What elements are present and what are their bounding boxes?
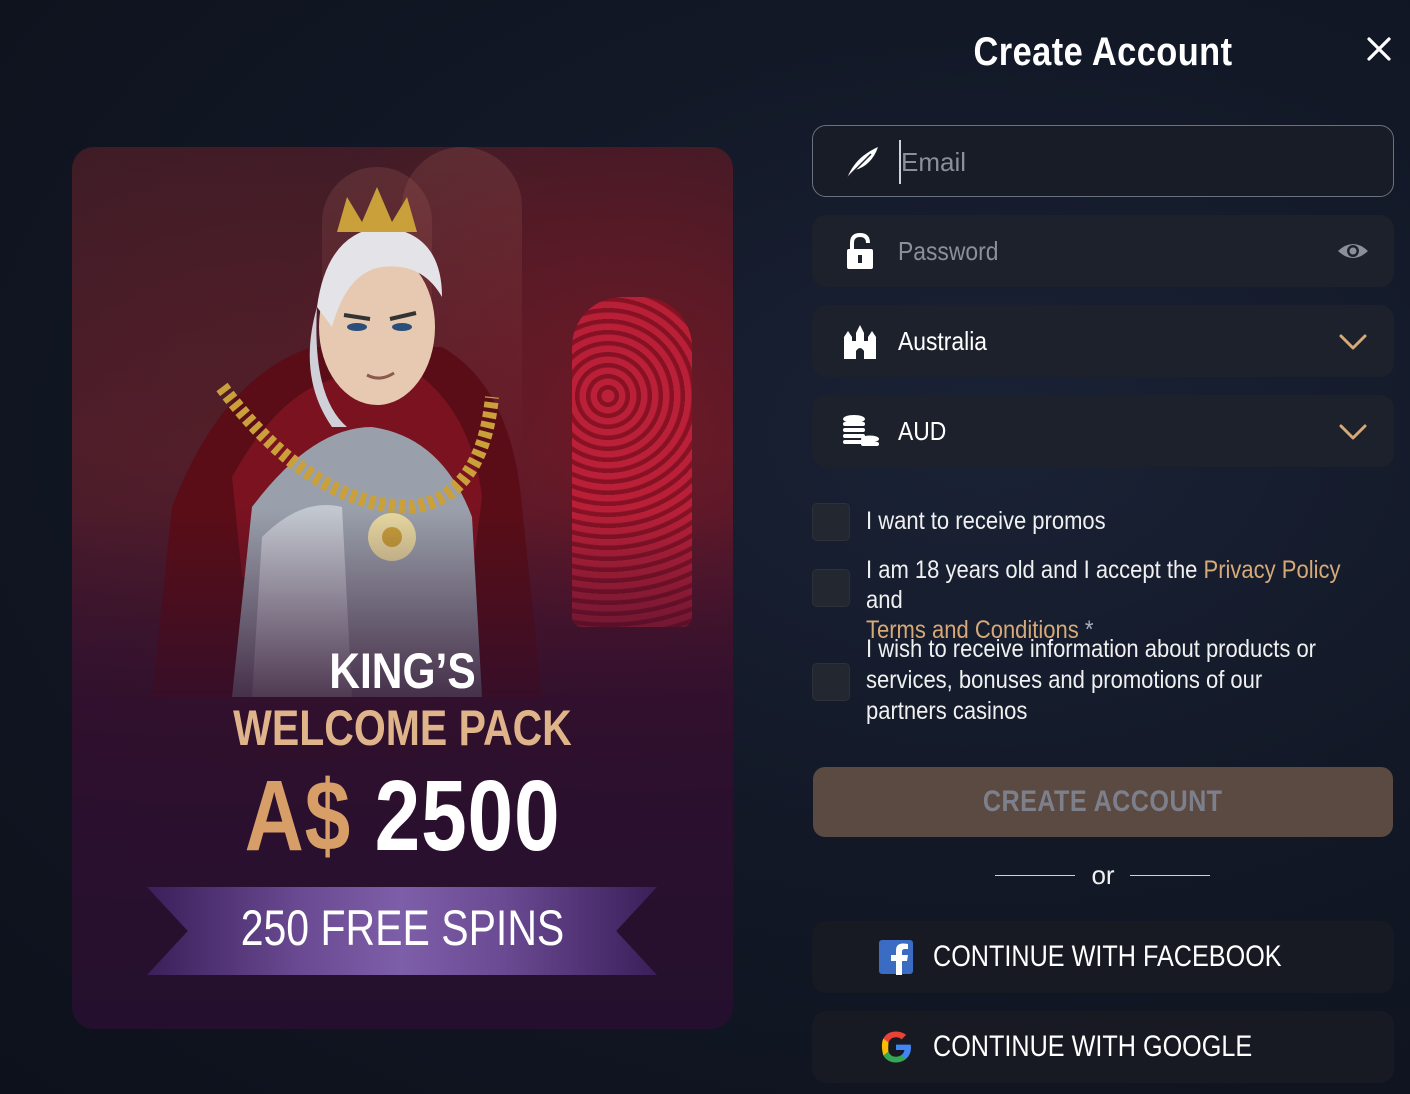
castle-icon [844,325,876,359]
feather-icon [846,147,878,179]
facebook-login-button[interactable]: CONTINUE WITH FACEBOOK [812,921,1394,993]
promos-label: I want to receive promos [866,507,1106,535]
email-input[interactable] [899,140,1321,184]
create-account-label: CREATE ACCOUNT [983,785,1223,818]
terms-label: I am 18 years old and I accept the Priva… [866,555,1341,645]
coins-icon [843,415,879,446]
promo-subtitle: WELCOME PACK [233,700,572,756]
promo-currency: A$ [244,760,352,872]
promos-checkbox[interactable] [812,503,850,541]
eye-icon[interactable] [1336,235,1370,267]
google-login-button[interactable]: CONTINUE WITH GOOGLE [812,1011,1394,1083]
promo-free-spins: 250 FREE SPINS [240,900,565,956]
chevron-down-icon [1339,334,1367,350]
google-icon [881,1031,911,1063]
country-value: Australia [898,326,988,356]
terms-label-text: I am 18 years old and I accept the [866,556,1198,584]
currency-value: AUD [898,416,947,446]
facebook-login-label: CONTINUE WITH FACEBOOK [933,940,1282,973]
terms-checkbox[interactable] [812,569,850,607]
promo-amount-value: 2500 [374,760,561,872]
currency-select[interactable]: AUD [812,395,1394,467]
country-select[interactable]: Australia [812,305,1394,377]
email-field[interactable] [812,125,1394,197]
chevron-down-icon [1339,424,1367,440]
page-title: Create Account [973,30,1233,74]
divider-left [995,875,1075,876]
password-placeholder: Password [898,236,999,266]
promo-amount: A$ 2500 [131,759,673,874]
terms-and-word: and [866,586,903,614]
close-icon[interactable] [1364,34,1394,64]
google-login-label: CONTINUE WITH GOOGLE [933,1030,1253,1063]
welcome-pack-banner: KING’S WELCOME PACK A$ 2500 250 FREE SPI… [72,147,733,1029]
partners-label: I wish to receive information about prod… [866,635,1317,725]
promo-title: KING’S [329,643,476,699]
partners-checkbox[interactable] [812,663,850,701]
create-account-button[interactable]: CREATE ACCOUNT [813,767,1393,837]
facebook-icon [879,940,913,975]
divider-right [1130,875,1210,876]
privacy-policy-link[interactable]: Privacy Policy [1204,556,1341,584]
password-field[interactable]: Password [812,215,1394,287]
or-divider-text: or [1091,860,1115,890]
lock-icon [847,232,873,269]
